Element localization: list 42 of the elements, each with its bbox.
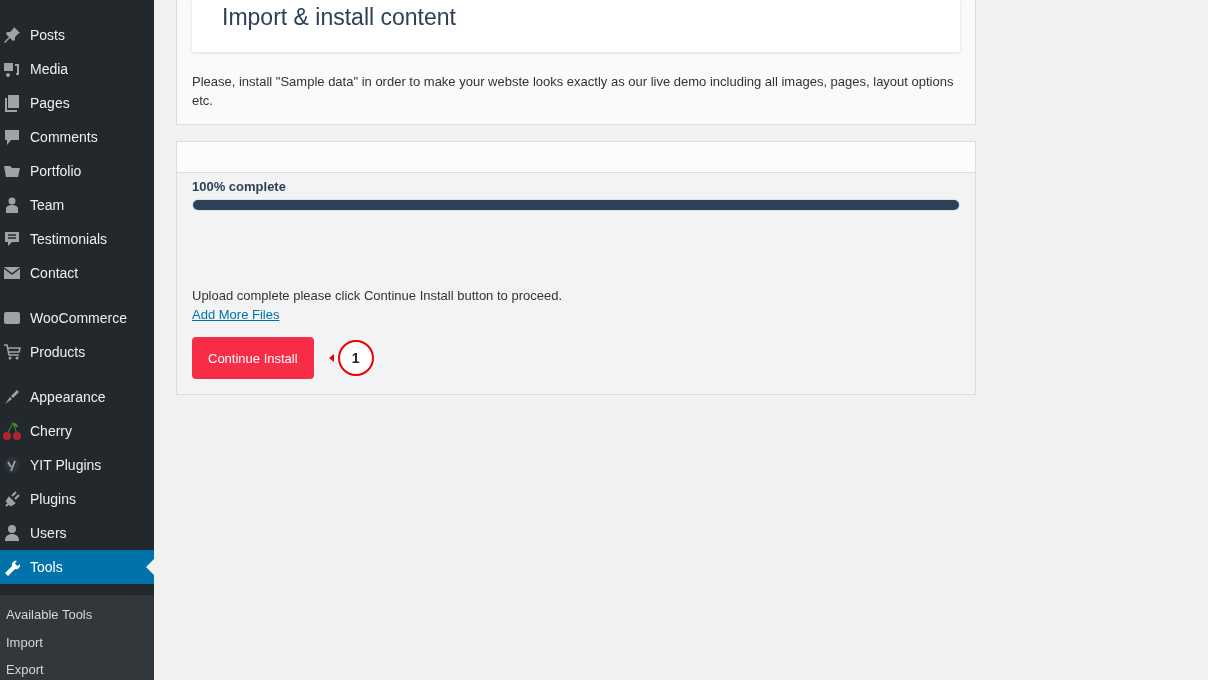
callout-pointer bbox=[328, 354, 334, 362]
envelope-icon bbox=[3, 264, 21, 282]
shop-icon bbox=[3, 309, 21, 327]
speech-bubble-icon bbox=[3, 128, 21, 146]
panel-title: Import & install content bbox=[222, 3, 457, 32]
sidebar-item[interactable]: Products bbox=[0, 335, 154, 369]
sidebar-item[interactable]: Media bbox=[0, 52, 154, 86]
sidebar-item[interactable]: Appearance bbox=[0, 380, 154, 414]
wrench-icon bbox=[3, 558, 21, 576]
step-number-badge: 1 bbox=[337, 340, 374, 376]
submenu-item[interactable]: Available Tools bbox=[0, 602, 154, 630]
paintbrush-icon bbox=[3, 388, 21, 406]
sidebar-item[interactable]: Tools bbox=[0, 550, 154, 584]
sidebar-item[interactable]: Users bbox=[0, 516, 154, 550]
progress-label: 100% complete bbox=[192, 179, 287, 194]
pin-icon bbox=[3, 26, 21, 44]
cart-icon bbox=[3, 343, 21, 361]
sidebar-item[interactable]: Pages bbox=[0, 86, 154, 120]
description-text: Please, install "Sample data" in order to make your webste looks exactly as our live demo including all images, pages, layout options etc. bbox=[192, 73, 955, 110]
sidebar-item[interactable]: Posts bbox=[0, 18, 154, 52]
script-letter-icon bbox=[3, 456, 21, 474]
sidebar-item[interactable]: Plugins bbox=[0, 482, 154, 516]
submenu-item[interactable]: Export bbox=[0, 657, 154, 680]
pages-icon bbox=[3, 94, 21, 112]
person-icon bbox=[3, 196, 21, 214]
continue-install-button[interactable]: Continue Install bbox=[192, 337, 314, 379]
status-message: Upload complete please click Continue Install button to proceed. bbox=[192, 287, 563, 305]
sidebar-item[interactable]: Cherry bbox=[0, 414, 154, 448]
media-icon bbox=[3, 60, 21, 78]
speech-bubble-icon bbox=[3, 230, 21, 248]
sidebar-item[interactable]: Portfolio bbox=[0, 154, 154, 188]
sidebar-item[interactable]: Team bbox=[0, 188, 154, 222]
sidebar-item[interactable]: Testimonials bbox=[0, 222, 154, 256]
plug-icon bbox=[3, 490, 21, 508]
cherry-icon bbox=[2, 421, 22, 441]
sidebar-item[interactable]: YIT Plugins bbox=[0, 448, 154, 482]
add-files-link[interactable]: Add More Files bbox=[192, 305, 280, 324]
submenu-item[interactable]: Import bbox=[0, 629, 154, 657]
sidebar-item[interactable]: Contact bbox=[0, 256, 154, 290]
sidebar-item[interactable]: WooCommerce bbox=[0, 301, 154, 335]
user-icon bbox=[3, 524, 21, 542]
sidebar-item[interactable]: Comments bbox=[0, 120, 154, 154]
